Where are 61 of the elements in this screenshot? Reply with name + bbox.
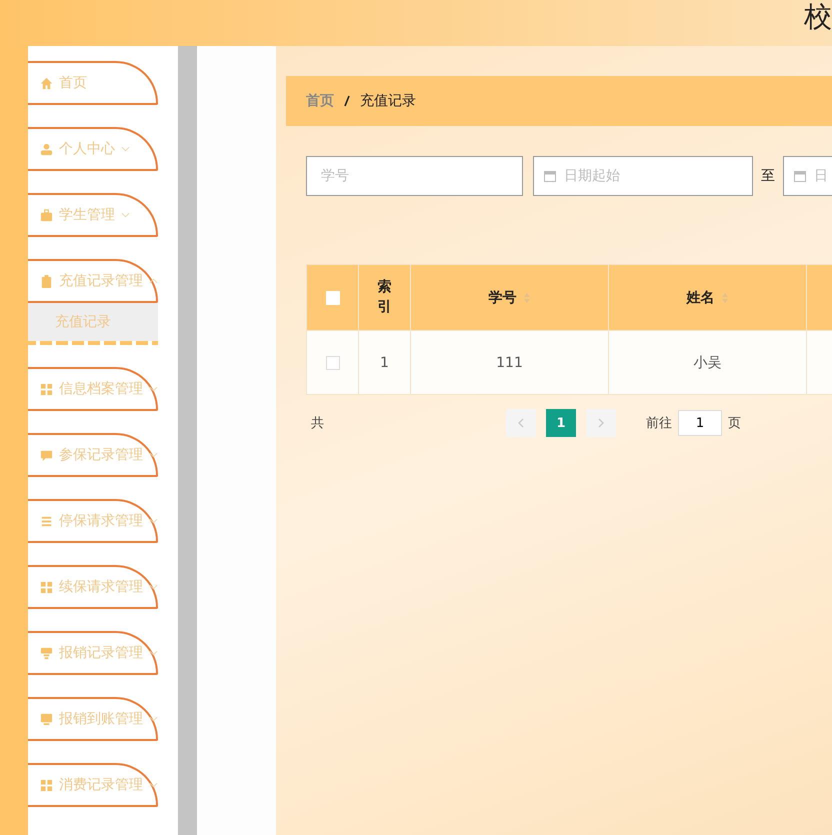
menu-item[interactable]: 停保请求管理 [28,499,158,543]
chevron-icon [149,782,158,788]
chevron-icon [149,650,158,656]
list-icon [40,514,53,528]
range-separator: 至 [761,167,775,185]
menu-item[interactable]: 个人中心 [28,127,158,171]
chevron-icon [149,386,158,392]
table-cell: 111 [496,354,523,370]
end-date-field[interactable]: 日 [783,156,832,196]
column-header: 学号 [488,288,516,306]
monitor-icon [40,712,53,726]
chat-icon [40,448,53,462]
chevron-icon [149,716,158,722]
table-cell: 小吴 [694,354,722,370]
student-id-field[interactable]: 学号 [306,156,523,196]
total-label: 共 [311,415,324,432]
goto-label: 前往 [646,415,672,432]
chevron-icon [121,146,130,152]
clipboard-icon [40,274,53,288]
grid-icon [40,778,53,792]
user-icon [40,142,53,156]
chevron-right-icon [598,418,604,428]
sort-icon[interactable] [522,292,530,304]
site-title: 校 [804,0,832,34]
select-all-checkbox[interactable] [326,290,340,305]
calendar-icon [544,170,556,182]
menu-item[interactable]: 报销到账管理 [28,697,158,741]
chevron-icon [149,518,158,524]
grid-icon [40,382,53,396]
previous-page-button[interactable] [506,409,536,437]
home-icon [40,76,53,90]
chevron-icon [149,452,158,458]
next-page-button[interactable] [586,409,616,437]
menu-item[interactable]: 充值记录管理 [28,259,158,303]
page-number-field[interactable]: 1 [678,410,722,436]
chevron-icon [121,212,130,218]
row-checkbox[interactable] [326,356,340,370]
menu-item[interactable]: 报销记录管理 [28,631,158,675]
menu-item[interactable]: 信息档案管理 [28,367,158,411]
briefcase-icon [40,208,53,222]
breadcrumb-link[interactable]: 首页 [306,92,334,110]
sort-icon[interactable] [720,292,728,304]
menu-item[interactable]: 学生管理 [28,193,158,237]
page-suffix-label: 页 [728,415,741,432]
menu-item[interactable]: 参保记录管理 [28,433,158,477]
column-header: 姓名 [686,288,714,306]
submenu-item[interactable]: 充值记录 [28,303,158,341]
column-header: 索引 [378,278,392,316]
menu-item[interactable]: 消费记录管理 [28,763,158,807]
chevron-icon [149,584,158,590]
chevron-icon [149,278,158,284]
breadcrumb-separator-icon [344,95,350,107]
lamp-icon [40,646,53,660]
chevron-left-icon [518,418,524,428]
table-cell: 1 [380,354,389,370]
calendar-icon [794,170,806,182]
grid-icon [40,580,53,594]
menu-item[interactable]: 首页 [28,61,158,105]
start-date-field[interactable]: 日期起始 [533,156,753,196]
page-button[interactable]: 1 [546,409,576,437]
menu-item[interactable]: 续保请求管理 [28,565,158,609]
